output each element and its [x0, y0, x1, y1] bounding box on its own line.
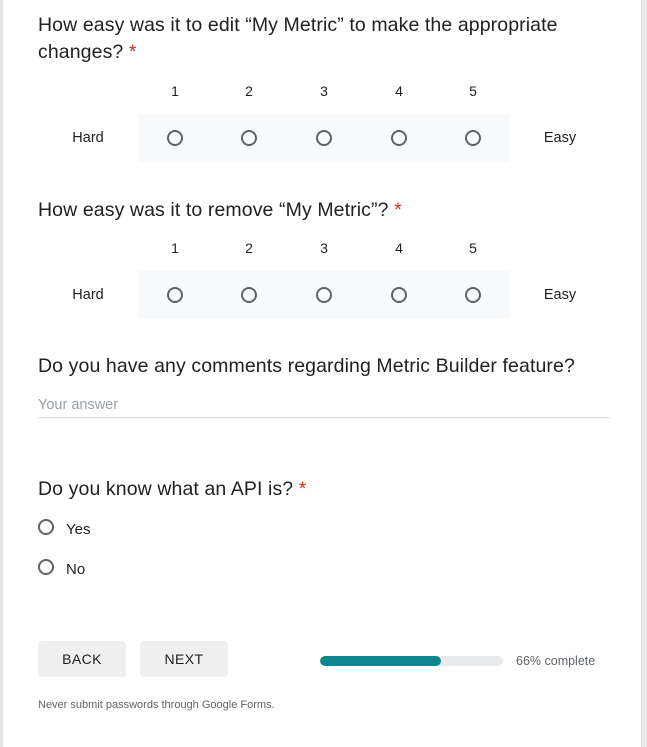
- scale-label-2: 2: [245, 83, 253, 99]
- question-3-title: Do you have any comments regarding Metri…: [38, 353, 575, 380]
- question-1-text: How easy was it to edit “My Metric” to m…: [38, 14, 558, 63]
- scale-label-3: 3: [320, 240, 328, 256]
- required-asterisk: *: [394, 199, 402, 221]
- scale-label-2: 2: [245, 240, 253, 256]
- required-asterisk: *: [128, 41, 137, 63]
- option-yes-label[interactable]: Yes: [66, 521, 90, 538]
- footer-warning: Never submit passwords through Google Fo…: [38, 699, 275, 711]
- radio-q1-2[interactable]: [241, 130, 257, 146]
- scale-label-5: 5: [469, 240, 477, 256]
- question-1-title: How easy was it to edit “My Metric” to m…: [38, 12, 598, 66]
- radio-q1-5[interactable]: [465, 130, 481, 146]
- option-no-label[interactable]: No: [66, 561, 85, 578]
- radio-q1-4[interactable]: [391, 130, 407, 146]
- progress-bar: [320, 656, 503, 666]
- scale-label-4: 4: [395, 83, 403, 99]
- question-2-title: How easy was it to remove “My Metric”? *: [38, 197, 402, 224]
- scale-low-label: Hard: [72, 287, 104, 303]
- radio-q2-2[interactable]: [241, 287, 257, 303]
- next-button[interactable]: NEXT: [140, 641, 228, 677]
- progress-bar-fill: [320, 656, 441, 666]
- back-button[interactable]: BACK: [38, 641, 126, 677]
- radio-api-no[interactable]: [38, 559, 54, 575]
- question-2-text: How easy was it to remove “My Metric”?: [38, 199, 389, 221]
- required-asterisk: *: [298, 478, 307, 500]
- scale-high-label: Easy: [543, 130, 577, 146]
- frame-left-edge: [0, 0, 3, 747]
- radio-q2-5[interactable]: [465, 287, 481, 303]
- scrollbar-track[interactable]: [641, 0, 647, 747]
- progress-label: 66% complete: [516, 654, 596, 668]
- scale-high-label: Easy: [543, 287, 577, 303]
- scale-label-3: 3: [320, 83, 328, 99]
- question-3-text: Do you have any comments regarding Metri…: [38, 355, 575, 377]
- radio-q1-1[interactable]: [167, 130, 183, 146]
- radio-q2-3[interactable]: [316, 287, 332, 303]
- scale-label-1: 1: [171, 240, 179, 256]
- radio-api-yes[interactable]: [38, 519, 54, 535]
- question-4-title: Do you know what an API is? *: [38, 476, 307, 503]
- radio-q2-1[interactable]: [167, 287, 183, 303]
- radio-q2-4[interactable]: [391, 287, 407, 303]
- scale-label-5: 5: [469, 83, 477, 99]
- scale-low-label: Hard: [72, 130, 104, 146]
- radio-q1-3[interactable]: [316, 130, 332, 146]
- comments-answer-input[interactable]: [38, 392, 610, 418]
- scale-label-4: 4: [395, 240, 403, 256]
- scale-label-1: 1: [171, 83, 179, 99]
- question-4-text: Do you know what an API is?: [38, 478, 294, 500]
